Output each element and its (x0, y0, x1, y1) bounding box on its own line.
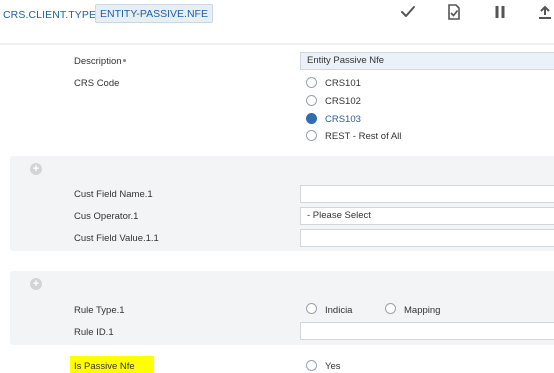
description-input[interactable]: Entity Passive Nfe (300, 52, 554, 70)
crs-code-radio-crs102[interactable] (306, 95, 317, 106)
hold-icon[interactable] (492, 4, 508, 20)
cust-field-name-label: Cust Field Name.1 (74, 189, 153, 200)
crs-code-radio-crs101[interactable] (306, 77, 317, 88)
cus-operator-label: Cus Operator.1 (74, 211, 139, 222)
cust-field-value-input[interactable] (300, 229, 554, 247)
cust-field-value-label: Cust Field Value.1.1 (74, 233, 159, 244)
app-title: CRS.CLIENT.TYPE (3, 9, 97, 21)
crs-code-option-label: CRS103 (325, 114, 361, 125)
is-passive-nfe-label: Is Passive Nfe (74, 361, 135, 372)
rule-type-label: Rule Type.1 (74, 305, 125, 316)
crs-code-option-label: CRS102 (325, 96, 361, 107)
crs-code-radio-rest[interactable] (306, 130, 317, 141)
rule-id-label: Rule ID.1 (74, 327, 114, 338)
is-passive-nfe-radio-yes[interactable] (306, 360, 317, 371)
is-passive-nfe-option-label: Yes (325, 361, 341, 372)
add-cust-field-icon[interactable]: + (30, 163, 42, 175)
rule-type-radio-indicia[interactable] (306, 303, 317, 314)
required-indicator (123, 59, 126, 62)
rule-id-input[interactable] (300, 322, 554, 340)
crs-code-option-label: REST - Rest of All (325, 131, 402, 142)
add-rule-icon[interactable]: + (30, 278, 42, 290)
crs-code-option-label: CRS101 (325, 78, 361, 89)
upload-icon[interactable] (537, 4, 553, 20)
top-bar: CRS.CLIENT.TYPE ENTITY-PASSIVE.NFE (0, 0, 554, 43)
rule-type-option-label: Indicia (325, 305, 353, 316)
description-label: Description (74, 56, 122, 67)
cust-field-name-input[interactable] (300, 185, 554, 203)
rule-type-option-label: Mapping (404, 305, 441, 316)
record-id-chip: ENTITY-PASSIVE.NFE (95, 4, 213, 23)
commit-icon[interactable] (400, 4, 416, 20)
top-bar-divider (0, 43, 554, 45)
validate-icon[interactable] (446, 4, 462, 20)
crs-code-radio-crs103[interactable] (306, 113, 317, 124)
cus-operator-select[interactable]: - Please Select (300, 207, 554, 225)
rule-type-radio-mapping[interactable] (385, 303, 396, 314)
crs-code-label: CRS Code (74, 78, 120, 89)
